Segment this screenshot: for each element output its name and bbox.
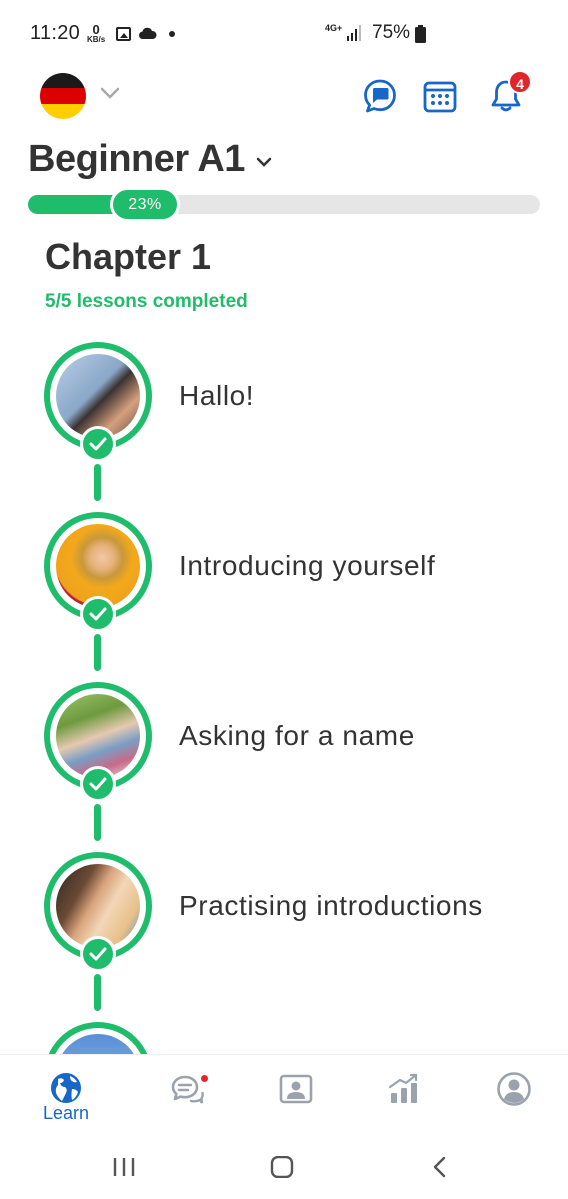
chapter-progress-text: 5/5 lessons completed (45, 291, 248, 312)
lesson-title: Asking for a name (179, 720, 415, 751)
back-icon[interactable] (430, 1156, 450, 1178)
nav-live-lessons[interactable] (250, 1055, 340, 1139)
chat-bubble-icon[interactable] (362, 78, 398, 114)
nav-label-learn: Learn (42, 1103, 90, 1123)
network-type: 4G+ (325, 23, 343, 33)
teacher-icon (279, 1074, 313, 1104)
course-progress-label: 23% (110, 187, 180, 222)
gallery-notification-icon (116, 27, 131, 41)
check-icon (80, 936, 116, 972)
notification-badge: 4 (508, 70, 532, 94)
data-rate-indicator: 0 KB/s (87, 23, 106, 44)
nav-learn[interactable]: Learn (21, 1055, 111, 1139)
signal-icon (347, 25, 361, 41)
language-flag-germany[interactable] (40, 73, 86, 119)
recent-apps-icon[interactable] (112, 1156, 136, 1178)
stats-icon (388, 1073, 418, 1103)
check-icon (80, 596, 116, 632)
lesson-item[interactable]: Introducing yourself (0, 512, 568, 642)
data-rate-unit: KB/s (87, 35, 106, 44)
lesson-item[interactable]: Practising introductions (0, 852, 568, 982)
status-bar: 11:20 0 KB/s 4G+ 75% (0, 0, 568, 68)
globe-icon (51, 1073, 81, 1103)
course-title[interactable]: Beginner A1 (28, 138, 245, 181)
cloud-icon (139, 27, 157, 39)
course-progress-bar (28, 195, 540, 214)
status-time: 11:20 (30, 22, 81, 44)
nav-community[interactable] (141, 1055, 231, 1139)
nav-progress[interactable] (358, 1055, 448, 1139)
lesson-item[interactable]: Asking for a name (0, 682, 568, 812)
community-unread-dot (199, 1073, 210, 1084)
nav-profile[interactable] (468, 1055, 558, 1139)
lesson-item[interactable]: Hallo! (0, 342, 568, 472)
battery-icon (415, 25, 426, 43)
calendar-icon[interactable] (422, 78, 458, 114)
profile-icon (497, 1072, 531, 1106)
chapter-title: Chapter 1 (45, 236, 212, 277)
chevron-down-icon[interactable] (256, 156, 272, 168)
system-navigation-bar (0, 1138, 568, 1199)
check-icon (80, 426, 116, 462)
check-icon (80, 766, 116, 802)
lesson-title: Introducing yourself (179, 550, 436, 581)
lesson-title: Practising introductions (179, 890, 483, 921)
lesson-title: Hallo! (179, 380, 255, 411)
chevron-down-icon[interactable] (100, 86, 120, 100)
more-notifications-dot (169, 31, 175, 37)
battery-percent: 75% (372, 22, 411, 43)
home-icon[interactable] (270, 1156, 294, 1178)
bottom-navigation: Learn (0, 1054, 568, 1138)
